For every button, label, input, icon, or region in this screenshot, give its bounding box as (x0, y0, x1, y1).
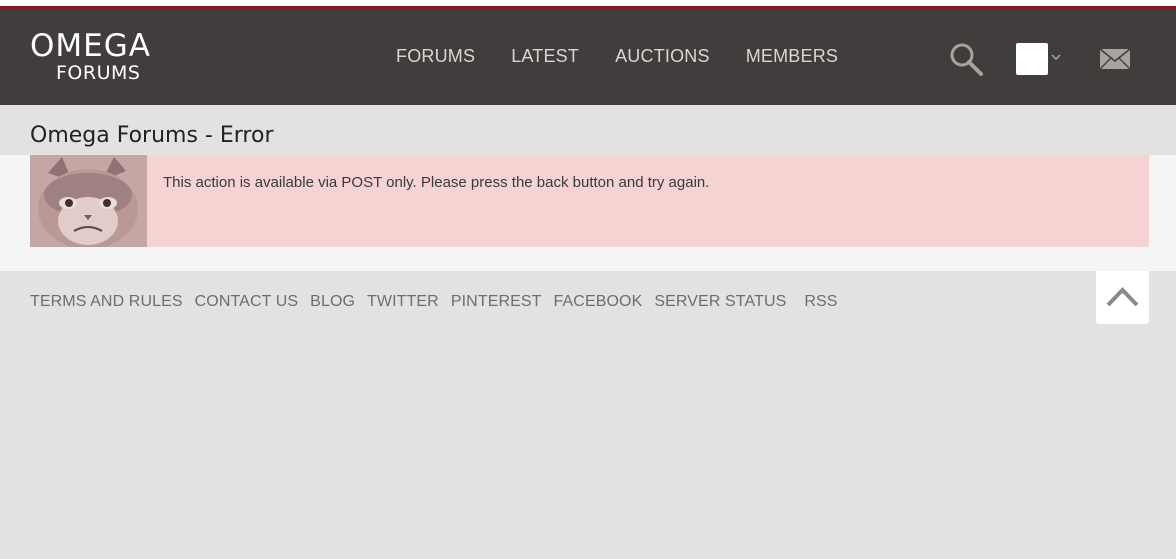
logo-main-text: OMEGA (30, 28, 151, 64)
nav-item-latest[interactable]: LATEST (511, 46, 579, 67)
chevron-down-icon[interactable] (1050, 51, 1062, 63)
footer-link-blog[interactable]: BLOG (310, 293, 355, 311)
footer-link-rss[interactable]: RSS (804, 293, 837, 311)
nav-item-auctions[interactable]: AUCTIONS (615, 46, 710, 67)
content-area: This action is available via POST only. … (0, 155, 1176, 271)
error-message: This action is available via POST only. … (163, 174, 710, 191)
back-to-top-button[interactable] (1096, 271, 1149, 324)
footer-nav: TERMS AND RULES CONTACT US BLOG TWITTER … (30, 293, 850, 311)
footer-link-terms[interactable]: TERMS AND RULES (30, 293, 183, 311)
page-title-band: Omega Forums - Error (0, 105, 1176, 155)
nav-item-members[interactable]: MEMBERS (746, 46, 838, 67)
search-icon[interactable] (948, 41, 984, 77)
main-nav: FORUMS LATEST AUCTIONS MEMBERS (396, 46, 874, 67)
logo-sub-text: FORUMS (56, 62, 141, 84)
grumpy-cat-image (30, 155, 147, 247)
nav-item-forums[interactable]: FORUMS (396, 46, 475, 67)
site-logo[interactable]: OMEGA FORUMS (30, 29, 190, 83)
footer-link-facebook[interactable]: FACEBOOK (554, 293, 643, 311)
footer-link-twitter[interactable]: TWITTER (367, 293, 439, 311)
footer-link-contact[interactable]: CONTACT US (195, 293, 299, 311)
top-accent-bar (0, 0, 1176, 9)
account-avatar[interactable] (1016, 43, 1048, 75)
header-actions (936, 39, 1176, 79)
site-header: OMEGA FORUMS FORUMS LATEST AUCTIONS MEMB… (0, 9, 1176, 105)
envelope-icon[interactable] (1099, 47, 1131, 71)
page-title: Omega Forums - Error (30, 123, 274, 148)
chevron-up-icon (1106, 287, 1139, 307)
footer-link-pinterest[interactable]: PINTEREST (451, 293, 542, 311)
error-panel: This action is available via POST only. … (30, 155, 1149, 247)
footer-link-server-status[interactable]: SERVER STATUS (654, 293, 786, 311)
